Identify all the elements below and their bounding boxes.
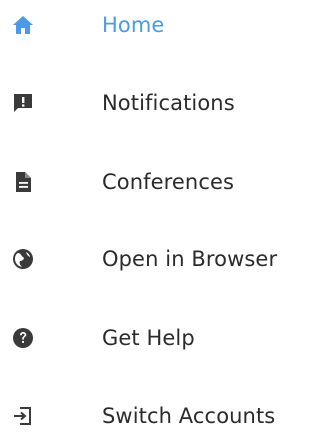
menu-item-label: Notifications bbox=[102, 91, 235, 115]
globe-icon bbox=[10, 246, 36, 272]
switch-account-icon bbox=[10, 403, 36, 429]
notification-alert-icon bbox=[10, 90, 36, 116]
menu-item-switch-accounts[interactable]: Switch Accounts bbox=[0, 389, 307, 432]
menu-item-conferences[interactable]: Conferences bbox=[0, 155, 307, 209]
menu-item-label: Switch Accounts bbox=[102, 404, 276, 428]
menu-item-home[interactable]: Home bbox=[0, 0, 307, 52]
help-icon bbox=[10, 325, 36, 351]
document-icon bbox=[10, 169, 36, 195]
navigation-menu: Home Notifications Conferences Open in B… bbox=[0, 0, 307, 432]
menu-item-label: Get Help bbox=[102, 326, 195, 350]
menu-item-label: Conferences bbox=[102, 170, 235, 194]
menu-item-get-help[interactable]: Get Help bbox=[0, 311, 307, 365]
menu-item-label: Home bbox=[102, 13, 165, 37]
home-icon bbox=[10, 12, 36, 38]
menu-item-notifications[interactable]: Notifications bbox=[0, 76, 307, 130]
menu-item-label: Open in Browser bbox=[102, 247, 278, 271]
menu-item-open-in-browser[interactable]: Open in Browser bbox=[0, 232, 307, 286]
